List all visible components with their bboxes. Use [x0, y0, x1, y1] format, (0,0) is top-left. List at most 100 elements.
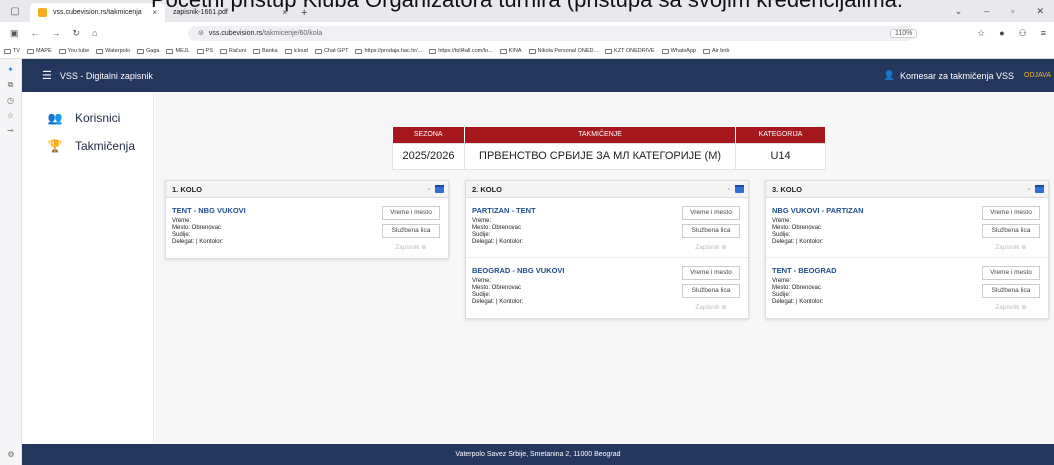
bookmark-star-icon[interactable]: ☆	[977, 28, 985, 39]
bookmark-item[interactable]: KINA	[499, 48, 522, 54]
report-button[interactable]: Zapisnik ⊕	[982, 302, 1040, 316]
round-header: 1. KOLO -	[166, 181, 448, 198]
address-bar[interactable]: ⊘ vss.cubevision.rs /takmicenje/60/kola	[188, 25, 914, 41]
home-icon[interactable]: ⌂	[92, 28, 97, 39]
forward-icon[interactable]: →	[52, 28, 61, 39]
customize-icon[interactable]: ⚙	[0, 450, 22, 459]
bookmark-item[interactable]: icloud	[284, 48, 308, 54]
bookmark-item[interactable]: Računi	[219, 48, 246, 54]
category-value: U14	[735, 142, 826, 170]
time-place-button[interactable]: Vreme i mesto	[682, 266, 740, 280]
collapse-dash[interactable]: -	[728, 186, 730, 193]
tab-list-icon[interactable]: ⌄	[955, 6, 963, 17]
bookmark-label: MAPE	[36, 48, 52, 54]
season-value: 2025/2026	[392, 142, 465, 170]
officials-button[interactable]: Službena lica	[982, 284, 1040, 298]
bookmark-label: You tube	[67, 48, 90, 54]
bookmark-item[interactable]: MEJL	[166, 48, 190, 54]
bookmark-label: Chat GPT	[324, 48, 349, 54]
bookmark-item[interactable]: Air bnb	[702, 48, 730, 54]
navigation-bar: ▣ ← → ↻ ⌂ ⊘ vss.cubevision.rs /takmicenj…	[0, 22, 1054, 44]
new-tab-button[interactable]: +	[295, 3, 313, 22]
tab-overview-icon[interactable]: ▢	[0, 0, 30, 22]
bookmark-item[interactable]: MAPE	[27, 48, 52, 54]
maximize-icon[interactable]: ▫	[1011, 6, 1014, 16]
menu-icon[interactable]: ≡	[1041, 28, 1046, 39]
site-info-icon[interactable]: ⊘	[198, 29, 204, 37]
officials-button[interactable]: Službena lica	[682, 224, 740, 238]
time-place-button[interactable]: Vreme i mesto	[982, 206, 1040, 220]
time-place-button[interactable]: Vreme i mesto	[382, 206, 440, 220]
browser-tab-bar: ▢ vss.cubevision.rs/takmicenja × zapisni…	[0, 0, 1054, 22]
bookmark-label: Air bnb	[711, 48, 730, 54]
officials-button[interactable]: Službena lica	[682, 284, 740, 298]
synced-tabs-icon[interactable]: ⧉	[0, 80, 21, 90]
report-button[interactable]: Zapisnik ⊕	[682, 302, 740, 316]
close-tab-icon[interactable]: ×	[282, 8, 287, 17]
close-window-icon[interactable]: ✕	[1036, 6, 1044, 17]
report-button[interactable]: Zapisnik ⊕	[682, 242, 740, 256]
user-info[interactable]: 👤 Komesar za takmičenja VSS	[884, 70, 1014, 81]
calendar-icon[interactable]	[1035, 185, 1044, 193]
report-button[interactable]: Zapisnik ⊕	[982, 242, 1040, 256]
bookmark-item[interactable]: Gaga	[137, 48, 159, 54]
round-header: 2. KOLO -	[466, 181, 748, 198]
folder-icon	[253, 48, 261, 54]
folder-icon	[355, 48, 363, 54]
minimize-icon[interactable]: –	[984, 6, 989, 16]
bookmark-item[interactable]: PS	[196, 48, 213, 54]
officials-button[interactable]: Službena lica	[382, 224, 440, 238]
logout-link[interactable]: ODJAVA	[1024, 72, 1051, 79]
ai-icon[interactable]: ✦	[0, 65, 21, 74]
main-content: SEZONA TAKMIČENJE KATEGORIJA 2025/2026 П…	[155, 92, 1054, 444]
sidebar-toggle-icon[interactable]: ▣	[10, 28, 19, 39]
match-item: NBG VUKOVI - PARTIZAN Vreme: Mesto: Obreno…	[766, 198, 1048, 258]
close-tab-icon[interactable]: ×	[152, 8, 157, 17]
tab-label: zapisnik-1661.pdf	[173, 9, 228, 16]
round-card: 2. KOLO - PARTIZAN - TENT Vreme: Mesto: Obre…	[465, 180, 749, 319]
collapse-dash[interactable]: -	[428, 186, 430, 193]
round-card: 3. KOLO - NBG VUKOVI - PARTIZAN Vreme: Mesto…	[765, 180, 1049, 319]
extensions-icon[interactable]: ⊸	[0, 126, 21, 135]
sidebar-item-label: Takmičenja	[75, 139, 136, 153]
bookmark-label: Gaga	[146, 48, 160, 54]
bookmark-label: Nikola Personal ONED...	[537, 48, 599, 54]
bookmark-item[interactable]: KZT ONEDRIVE	[605, 48, 655, 54]
back-icon[interactable]: ←	[31, 28, 40, 39]
tab-pdf[interactable]: zapisnik-1661.pdf ×	[165, 3, 295, 22]
bookmark-item[interactable]: Waterpolo	[96, 48, 130, 54]
report-button[interactable]: Zapisnik ⊕	[382, 242, 440, 256]
bookmark-item[interactable]: Nikola Personal ONED...	[528, 48, 599, 54]
calendar-icon[interactable]	[735, 185, 744, 193]
bookmark-item[interactable]: https://toll4all.com/lo...	[429, 48, 493, 54]
tab-takmicenja[interactable]: vss.cubevision.rs/takmicenja ×	[30, 3, 165, 22]
extension-icon[interactable]: ●	[999, 28, 1004, 39]
sidebar-item-korisnici[interactable]: 👥 Korisnici	[22, 106, 153, 130]
bookmark-label: WhatsApp	[670, 48, 696, 54]
bookmark-label: Waterpolo	[105, 48, 131, 54]
account-icon[interactable]: ⚇	[1019, 28, 1027, 39]
bookmark-item[interactable]: https://prodaja.hac.hr/...	[355, 48, 422, 54]
history-icon[interactable]: ◷	[0, 96, 21, 105]
calendar-icon[interactable]	[435, 185, 444, 193]
folder-icon	[196, 48, 204, 54]
bookmark-item[interactable]: Banka	[253, 48, 278, 54]
users-icon: 👥	[47, 111, 63, 125]
bookmark-item[interactable]: You tube	[58, 48, 90, 54]
reload-icon[interactable]: ↻	[73, 28, 81, 39]
bookmark-item[interactable]: WhatsApp	[661, 48, 696, 54]
bookmarks-icon[interactable]: ☆	[0, 111, 21, 120]
officials-button[interactable]: Službena lica	[982, 224, 1040, 238]
collapse-dash[interactable]: -	[1028, 186, 1030, 193]
zoom-level[interactable]: 110%	[890, 28, 918, 38]
time-place-button[interactable]: Vreme i mesto	[682, 206, 740, 220]
sidebar-item-takmicenja[interactable]: 🏆 Takmičenja	[22, 134, 153, 158]
folder-icon	[27, 48, 35, 54]
round-title: 3. KOLO	[772, 184, 803, 194]
app-sidebar: 👥 Korisnici 🏆 Takmičenja	[22, 92, 154, 444]
time-place-button[interactable]: Vreme i mesto	[982, 266, 1040, 280]
hamburger-menu-icon[interactable]: ☰	[42, 69, 52, 82]
bookmark-item[interactable]: Chat GPT	[315, 48, 348, 54]
bookmark-label: https://toll4all.com/lo...	[438, 48, 493, 54]
bookmark-item[interactable]: TV	[4, 48, 20, 54]
